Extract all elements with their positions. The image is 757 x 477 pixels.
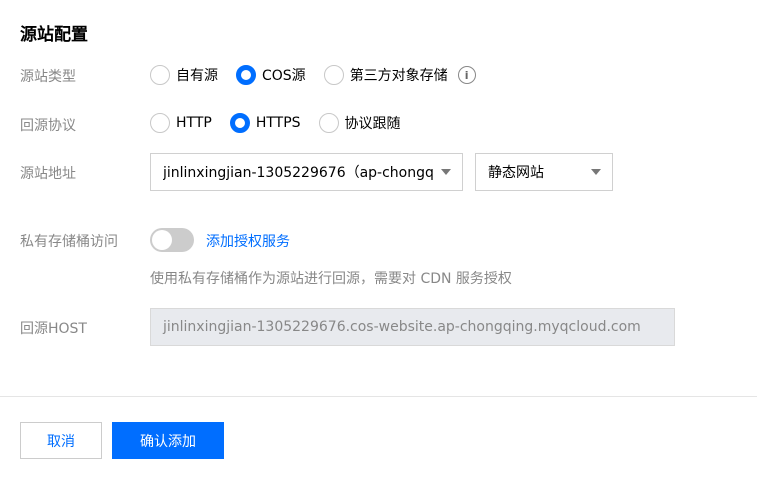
radio-option-http[interactable]: HTTP [150, 113, 212, 133]
chevron-down-icon [591, 169, 601, 175]
toggle-knob [152, 230, 172, 250]
radio-circle[interactable] [150, 65, 170, 85]
origin-type-radio-group: 自有源 COS源 第三方对象存储 i [150, 65, 476, 85]
radio-label: COS源 [262, 68, 306, 84]
origin-address-label: 源站地址 [20, 166, 76, 182]
radio-label: 自有源 [176, 68, 218, 84]
radio-option-own-origin[interactable]: 自有源 [150, 65, 218, 85]
radio-circle-checked[interactable] [236, 65, 256, 85]
footer-divider [0, 396, 757, 397]
private-access-label: 私有存储桶访问 [20, 234, 118, 250]
bucket-select-value: jinlinxingjian-1305229676（ap-chongqing） [163, 165, 435, 181]
radio-circle[interactable] [150, 113, 170, 133]
protocol-radio-group: HTTP HTTPS 协议跟随 [150, 113, 419, 133]
radio-circle[interactable] [323, 65, 344, 85]
radio-circle-checked[interactable] [229, 113, 250, 133]
radio-label: 协议跟随 [344, 116, 401, 132]
radio-option-https[interactable]: HTTPS [229, 113, 301, 133]
confirm-add-button[interactable]: 确认添加 [112, 422, 224, 459]
origin-host-label: 回源HOST [20, 321, 87, 337]
private-access-help-text: 使用私有存储桶作为源站进行回源，需要对 CDN 服务授权 [150, 271, 512, 287]
bucket-select[interactable]: jinlinxingjian-1305229676（ap-chongqing） [150, 153, 463, 191]
radio-label: HTTPS [255, 115, 301, 131]
radio-option-cos-origin[interactable]: COS源 [236, 65, 306, 85]
radio-circle[interactable] [318, 113, 339, 133]
origin-mode-select[interactable]: 静态网站 [475, 153, 613, 191]
cancel-button[interactable]: 取消 [20, 422, 102, 459]
add-authorization-link[interactable]: 添加授权服务 [206, 231, 290, 251]
protocol-label: 回源协议 [20, 118, 76, 134]
radio-label: HTTP [176, 115, 212, 131]
page-title: 源站配置 [20, 25, 88, 45]
radio-label: 第三方对象存储 [349, 68, 448, 84]
info-icon[interactable]: i [457, 66, 476, 84]
radio-option-protocol-follow[interactable]: 协议跟随 [318, 113, 401, 133]
private-access-toggle[interactable] [150, 228, 194, 252]
radio-option-third-party-storage[interactable]: 第三方对象存储 [323, 65, 448, 85]
origin-mode-select-value: 静态网站 [488, 165, 544, 181]
origin-type-label: 源站类型 [20, 69, 76, 85]
chevron-down-icon [441, 169, 451, 175]
origin-host-input[interactable]: jinlinxingjian-1305229676.cos-website.ap… [150, 308, 675, 346]
